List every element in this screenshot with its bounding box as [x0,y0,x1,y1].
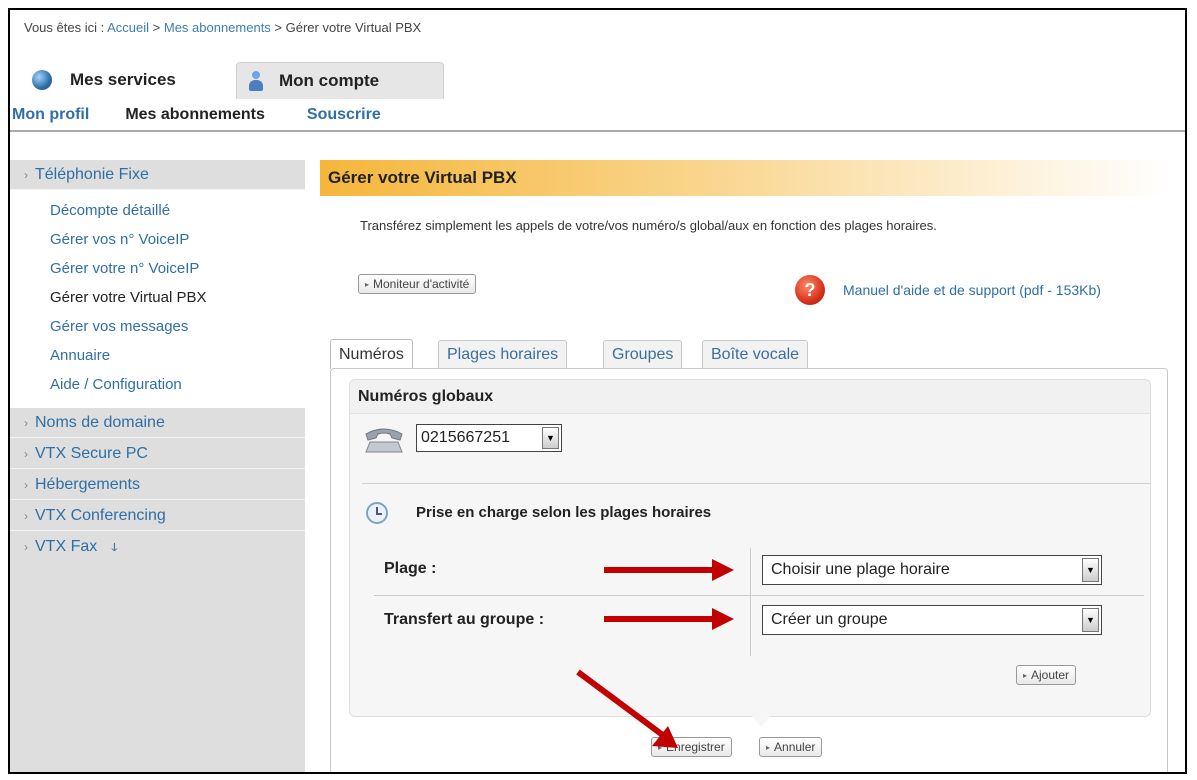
chevron-down-icon: ▼ [542,427,559,449]
chevron-down-icon: ▼ [1082,608,1099,632]
triangle-right-icon: ▸ [766,742,771,752]
sidebar-item-hebergements[interactable]: › Hébergements [10,470,305,500]
sub-navigation: Mon profil Mes abonnements Souscrire [10,100,1185,132]
help-link-label: Manuel d'aide et de support (pdf - 153Kb… [843,282,1101,298]
tab-panel: Numéros globaux 0215667251 ▼ Prise en ch… [330,368,1168,772]
tab-numeros[interactable]: Numéros [330,339,413,369]
phone-icon [365,428,403,453]
sidebar: › Téléphonie Fixe Décompte détaillé Gére… [10,160,305,772]
subnav-mon-profil[interactable]: Mon profil [12,106,89,124]
cancel-button-label: Annuler [774,740,816,754]
annotation-arrow [604,567,714,573]
global-number-value: 0215667251 [421,429,510,446]
sidebar-item-telephonie-fixe[interactable]: › Téléphonie Fixe [10,160,305,190]
breadcrumb-home-link[interactable]: Accueil [107,20,149,35]
clock-icon [366,502,388,524]
chevron-right-icon: › [24,508,28,523]
sidebar-link-gerer-votre-voiceip[interactable]: Gérer votre n° VoiceIP [50,260,199,277]
tab-label: Mes services [70,70,176,89]
page-frame: Vous êtes ici : Accueil > Mes abonnement… [8,8,1187,774]
chevron-right-icon: › [24,415,28,430]
sidebar-item-label: Téléphonie Fixe [35,165,149,183]
schedule-section-title: Prise en charge selon les plages horaire… [416,504,712,521]
sidebar-link-gerer-vos-voiceip[interactable]: Gérer vos n° VoiceIP [50,231,189,248]
plage-label: Plage : [384,560,437,577]
monitor-button[interactable]: ▸ Moniteur d'activité [358,274,477,294]
chevron-right-icon: › [24,446,28,461]
triangle-right-icon: ▸ [1023,670,1028,680]
breadcrumb-separator: > [270,20,286,35]
panel-notch [751,715,771,727]
plage-select-value: Choisir une plage horaire [771,561,950,578]
tab-groupes[interactable]: Groupes [603,340,683,368]
subnav-souscrire[interactable]: Souscrire [307,106,381,124]
breadcrumb-separator: > [149,20,164,35]
global-number-select[interactable]: 0215667251 ▼ [416,424,562,452]
transfer-group-select[interactable]: Créer un groupe ▼ [762,605,1102,635]
tab-mes-services[interactable]: Mes services [18,62,230,98]
sidebar-submenu: Décompte détaillé Gérer vos n° VoiceIP G… [10,190,305,408]
sidebar-link-aide[interactable]: Aide / Configuration [50,376,182,393]
add-button[interactable]: ▸ Ajouter [1016,665,1077,685]
globe-icon [32,70,52,90]
triangle-right-icon: ▸ [365,279,370,289]
page-description: Transférez simplement les appels de votr… [360,218,937,233]
chevron-right-icon: › [24,167,28,182]
divider [374,595,1144,596]
transfer-label: Transfert au groupe : [384,611,545,628]
tab-label: Mon compte [279,71,380,90]
sidebar-item-noms-de-domaine[interactable]: › Noms de domaine [10,408,305,438]
subnav-mes-abonnements[interactable]: Mes abonnements [125,106,265,124]
annotation-arrow [576,669,678,748]
chevron-down-icon: ▼ [1082,558,1099,582]
tab-plages-horaires[interactable]: Plages horaires [438,340,568,368]
add-button-label: Ajouter [1031,668,1070,682]
help-link[interactable]: ? Manuel d'aide et de support (pdf - 153… [795,275,1101,305]
external-link-icon: ↆ [111,539,118,554]
breadcrumb-subscriptions-link[interactable]: Mes abonnements [164,20,271,35]
user-icon [249,71,263,91]
chevron-right-icon: › [24,477,28,492]
tab-label: Boîte vocale [711,345,800,363]
sidebar-item-vtx-conferencing[interactable]: › VTX Conferencing [10,501,305,531]
section-title: Numéros globaux [350,380,1150,414]
divider [362,483,1150,484]
chevron-right-icon: › [24,540,28,554]
divider [750,548,751,656]
sidebar-link-decompte[interactable]: Décompte détaillé [50,202,170,219]
sidebar-item-label: Hébergements [35,475,140,493]
sidebar-item-label: VTX Conferencing [35,506,166,524]
plage-select[interactable]: Choisir une plage horaire ▼ [762,555,1102,585]
breadcrumb: Vous êtes ici : Accueil > Mes abonnement… [24,20,421,35]
sidebar-link-annuaire[interactable]: Annuaire [50,347,110,364]
sidebar-item-label: VTX Secure PC [35,444,148,462]
sidebar-link-virtual-pbx[interactable]: Gérer votre Virtual PBX [50,289,206,306]
sidebar-item-label: Noms de domaine [35,413,165,431]
monitor-button-label: Moniteur d'activité [373,277,470,291]
help-icon: ? [795,275,825,305]
sidebar-item-vtx-secure-pc[interactable]: › VTX Secure PC [10,439,305,469]
tab-mon-compte[interactable]: Mon compte [236,62,444,99]
tab-boite-vocale[interactable]: Boîte vocale [702,340,809,368]
sidebar-link-messages[interactable]: Gérer vos messages [50,318,188,335]
tab-label: Numéros [339,345,404,363]
tab-label: Groupes [612,345,674,363]
cancel-button[interactable]: ▸ Annuler [759,737,823,757]
transfer-group-value: Créer un groupe [771,611,888,628]
top-tabs: Mes services Mon compte [10,62,1185,100]
sidebar-item-label: VTX Fax [35,538,98,555]
arrow-head-icon [712,559,734,581]
sidebar-item-vtx-fax[interactable]: › VTX Fax ↆ [10,532,305,562]
annotation-arrow [604,616,714,622]
numbers-section: Numéros globaux 0215667251 ▼ Prise en ch… [349,379,1151,717]
tab-label: Plages horaires [447,345,559,363]
arrow-head-icon [712,608,734,630]
page-title: Gérer votre Virtual PBX [320,160,1168,196]
breadcrumb-prefix: Vous êtes ici : [24,20,108,35]
breadcrumb-current: Gérer votre Virtual PBX [285,20,422,35]
